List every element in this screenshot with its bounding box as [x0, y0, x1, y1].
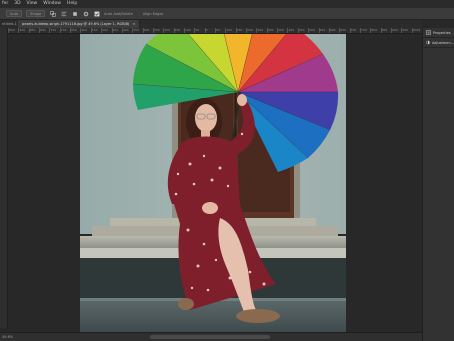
ruler-tick-label: 900	[19, 28, 26, 32]
ruler-tick-label: 150	[236, 28, 243, 32]
menu-item-help[interactable]: Help	[67, 0, 77, 8]
ruler-tick-label: 350	[133, 28, 139, 32]
ruler-tick-label: 550	[319, 28, 326, 32]
ruler-tick-label: 200	[247, 28, 253, 32]
ruler-tick-label: 550	[91, 28, 98, 32]
ruler-tick-label: 700	[350, 28, 357, 32]
ruler-tick-label: 50	[216, 28, 220, 32]
auto-add-delete-label[interactable]: Auto Add/Delete	[104, 12, 133, 16]
menu-bar: fer 3D View Window Help	[0, 0, 454, 8]
menu-item-window[interactable]: Window	[43, 0, 61, 8]
path-operations-icon[interactable]	[49, 10, 56, 17]
tab-title: pexels-kuldeep-singh-1791116.jpg @ 49.6%…	[22, 22, 130, 26]
path-arrangement-icon[interactable]	[71, 10, 78, 17]
ruler-tick-label: 450	[112, 28, 119, 32]
align-edges-label[interactable]: Align Edges	[143, 12, 164, 16]
ruler-tick-label: 300	[267, 28, 274, 32]
zoom-level[interactable]: 49.6%	[2, 334, 13, 341]
adjustments-panel-button[interactable]: Adjustmen...	[423, 38, 454, 48]
workspace	[8, 34, 422, 332]
ruler-tick-label: 750	[50, 28, 57, 32]
ruler-tick-label: 50	[195, 28, 200, 32]
ruler-tick-label: 1000	[412, 28, 421, 32]
ruler-tick-label: 450	[298, 28, 305, 32]
path-alignment-icon[interactable]	[60, 10, 67, 17]
tab-untitled[interactable]: ntitled-1	[0, 22, 18, 26]
menu-item-3d[interactable]: 3D	[14, 0, 20, 8]
ruler-tick-label: 900	[391, 28, 398, 32]
ruler-tick-label: 350	[278, 28, 284, 32]
ruler-tick-label: 850	[29, 28, 36, 32]
ruler-tick-label: 950	[9, 28, 15, 32]
adjustments-icon	[426, 40, 430, 45]
ruler-tick-label: 500	[102, 28, 108, 32]
ruler-tick-label: 750	[360, 28, 367, 32]
ruler-tick-label: 100	[184, 28, 191, 32]
document-tab-bar: ntitled-1 pexels-kuldeep-singh-1791116.j…	[0, 20, 422, 28]
properties-panel-button[interactable]: Properties	[423, 28, 454, 38]
properties-icon	[426, 30, 431, 35]
tab-active-document[interactable]: pexels-kuldeep-singh-1791116.jpg @ 49.6%…	[18, 20, 141, 28]
options-bar: Auto Shape Auto Add/Delete Align Edges	[0, 8, 454, 20]
ruler-tick-label: 850	[381, 28, 388, 32]
ruler-tick-label: 250	[257, 28, 264, 32]
ruler-tick-label: 600	[81, 28, 88, 32]
photoshop-window: fer 3D View Window Help Auto Shape Auto …	[0, 0, 454, 341]
horizontal-scrollbar[interactable]	[150, 335, 270, 339]
ruler-tick-label: 300	[143, 28, 150, 32]
status-bar: 49.6%	[0, 332, 422, 341]
ruler-tick-label: 950	[402, 28, 409, 32]
ruler-tick-label: 400	[288, 28, 295, 32]
menu-item-filter[interactable]: fer	[2, 0, 8, 8]
photo-woman-with-rainbow-umbrella	[80, 34, 346, 332]
ruler-tick-label: 650	[340, 28, 346, 32]
ruler-tick-label: 100	[226, 28, 233, 32]
right-panel-dock: Properties Adjustmen...	[422, 28, 454, 341]
ruler-tick-label: 200	[164, 28, 170, 32]
ruler-tick-label: 0	[205, 28, 208, 32]
menu-item-view[interactable]: View	[27, 0, 38, 8]
ruler-tick-label: 250	[153, 28, 160, 32]
ruler-tick-label: 650	[71, 28, 77, 32]
adjustments-label: Adjustmen...	[431, 40, 454, 45]
properties-label: Properties	[433, 30, 451, 35]
ruler-tick-label: 800	[371, 28, 377, 32]
checkbox-icon[interactable]	[93, 10, 100, 17]
shape-mode-field[interactable]: Shape	[26, 10, 46, 17]
ruler-tick-label: 150	[174, 28, 181, 32]
document-canvas[interactable]	[80, 34, 346, 332]
vertical-ruler[interactable]	[0, 28, 8, 328]
path-mode-field[interactable]: Auto	[6, 10, 23, 17]
ruler-tick-label: 600	[329, 28, 336, 32]
ruler-tick-label: 400	[122, 28, 129, 32]
ruler-tick-label: 700	[60, 28, 67, 32]
ruler-tick-label: 500	[309, 28, 315, 32]
gear-icon[interactable]	[82, 10, 89, 17]
close-icon[interactable]: ×	[132, 20, 135, 28]
ruler-tick-label: 800	[40, 28, 46, 32]
